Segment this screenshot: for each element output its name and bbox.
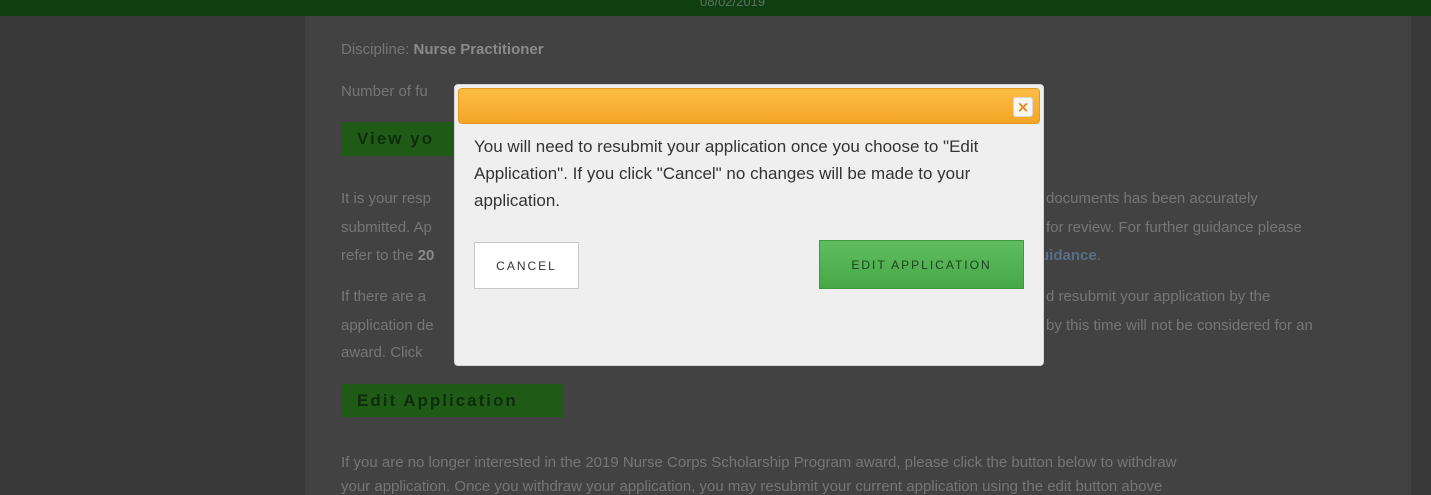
dialog-header: × — [458, 88, 1040, 124]
para1-line1-left: It is your resp — [341, 190, 432, 207]
para2-line1-right: d resubmit your application by the — [1046, 288, 1271, 305]
para2-line3-left: award. Click — [341, 344, 423, 361]
dialog-message: You will need to resubmit your applicati… — [474, 137, 979, 210]
para3-line2: your application. Once you withdraw your… — [341, 478, 1163, 495]
edit-application-page-button[interactable]: Edit Application — [341, 384, 563, 417]
para1-line2-left: submitted. Ap — [341, 219, 432, 236]
confirm-edit-dialog: × You will need to resubmit your applica… — [454, 84, 1044, 366]
para1-line3-bold: 20 — [417, 247, 435, 264]
para1-line3-text: refer to the — [341, 247, 414, 264]
edit-application-button[interactable]: EDIT APPLICATION — [819, 240, 1024, 289]
close-icon[interactable]: × — [1013, 97, 1033, 117]
cancel-button[interactable]: CANCEL — [474, 242, 579, 289]
top-header-bar: 08/02/2019 — [0, 0, 1431, 16]
discipline-value: Nurse Practitioner — [413, 41, 544, 58]
para2-line2-left: application de — [341, 317, 434, 334]
discipline-label: Discipline: — [341, 41, 410, 58]
para3-line1: If you are no longer interested in the 2… — [341, 454, 1177, 471]
guidance-link[interactable]: uidance — [1040, 247, 1097, 264]
para1-line2-right: for review. For further guidance please — [1046, 219, 1302, 236]
header-date: 08/02/2019 — [700, 0, 766, 9]
funding-line: Number of fu — [341, 83, 428, 100]
para1-line3-left: refer to the 20 — [341, 247, 434, 264]
para2-line2-right: by this time will not be considered for … — [1046, 317, 1313, 334]
right-sidebar — [1411, 16, 1431, 495]
para2-line1-left: If there are a — [341, 288, 427, 305]
discipline-line: Discipline: Nurse Practitioner — [341, 41, 544, 58]
left-sidebar — [0, 16, 305, 495]
guidance-link-line: uidance. — [1040, 247, 1101, 264]
view-application-button[interactable]: View yo — [341, 122, 454, 156]
para1-line1-right: documents has been accurately — [1046, 190, 1258, 207]
